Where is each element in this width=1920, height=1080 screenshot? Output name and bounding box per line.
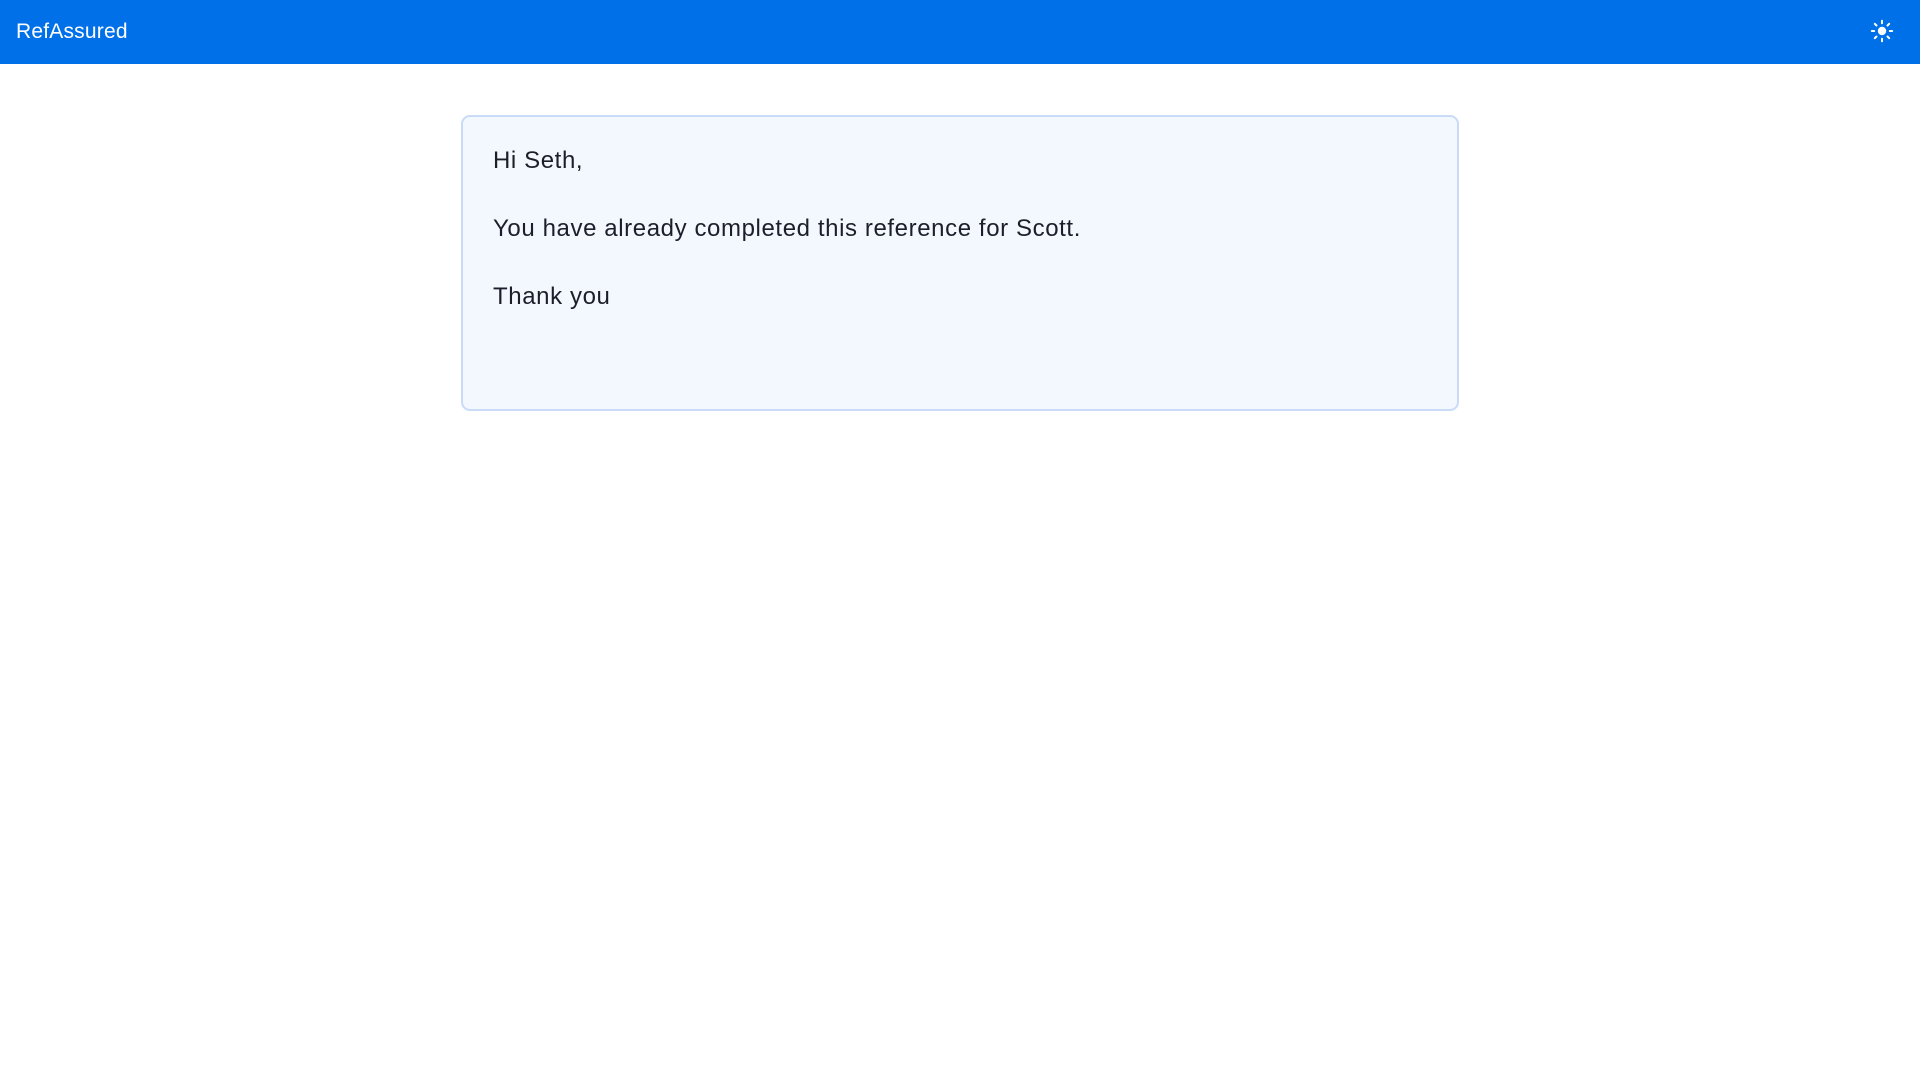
message-body-text: You have already completed this referenc… [493, 214, 1081, 242]
greeting-text: Hi Seth, [493, 147, 584, 174]
top-app-bar: RefAssured [0, 0, 1920, 64]
brand-title[interactable]: RefAssured [16, 20, 128, 44]
closing-text: Thank you [493, 282, 611, 310]
message-card: Hi Seth, You have already completed this… [461, 115, 1459, 411]
sun-icon [1870, 19, 1894, 46]
theme-toggle-button[interactable] [1862, 12, 1902, 52]
